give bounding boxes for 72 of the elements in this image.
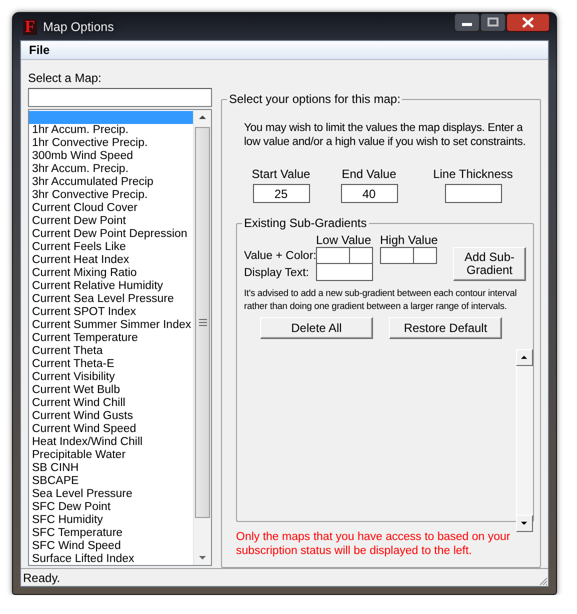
add-sub-gradient-button[interactable]: Add Sub-Gradient bbox=[453, 247, 526, 281]
close-button[interactable] bbox=[506, 13, 550, 32]
list-item[interactable]: Current Temperature bbox=[29, 332, 193, 345]
list-item[interactable]: Heat Index/Wind Chill bbox=[29, 436, 193, 449]
action-button[interactable]: Restore Default bbox=[389, 317, 502, 339]
high-value-field[interactable] bbox=[380, 247, 414, 264]
list-item[interactable]: Sea Level Pressure bbox=[29, 488, 193, 501]
grip-icon bbox=[198, 319, 206, 326]
options-legend: Select your options for this map: bbox=[227, 92, 402, 106]
high-value-label: High Value bbox=[380, 233, 437, 247]
list-item[interactable]: 300mb Wind Speed bbox=[29, 150, 193, 163]
display-text-label: Display Text: bbox=[244, 266, 310, 278]
app-logo-icon: F bbox=[23, 18, 37, 34]
field-label: End Value bbox=[342, 167, 396, 181]
list-item[interactable]: Current Wind Chill bbox=[29, 397, 193, 410]
low-color-field[interactable] bbox=[350, 247, 373, 264]
list-item[interactable]: 3hr Accumulated Precip bbox=[29, 176, 193, 189]
field-label: Line Thickness bbox=[433, 167, 513, 181]
status-text: Ready. bbox=[23, 570, 60, 584]
list-item[interactable]: SBCAPE bbox=[29, 475, 193, 488]
advice-note: It's advised to add a new sub-gradient between each contour interval rather than doing one gradient between a larger range of intervals. bbox=[244, 287, 518, 313]
list-item[interactable]: Current Heat Index bbox=[29, 254, 193, 267]
action-button[interactable]: Delete All bbox=[260, 317, 373, 339]
list-item[interactable]: SFC Temperature bbox=[29, 527, 193, 540]
list-item[interactable]: Current Dew Point bbox=[29, 215, 193, 228]
list-item[interactable]: Current Visibility bbox=[29, 371, 193, 384]
menu-item[interactable]: File bbox=[27, 43, 52, 57]
list-item[interactable]: SFC Wind Speed bbox=[29, 540, 193, 553]
map-input-field[interactable] bbox=[28, 88, 212, 107]
list-item[interactable]: Current Wind Speed bbox=[29, 423, 193, 436]
list-item[interactable]: Current Mixing Ratio bbox=[29, 267, 193, 280]
low-value-field[interactable] bbox=[316, 247, 350, 264]
list-item[interactable]: Current Theta-E bbox=[29, 358, 193, 371]
value-input-field[interactable]: 40 bbox=[340, 184, 398, 203]
list-item[interactable]: 1hr Convective Precip. bbox=[29, 137, 193, 150]
maximize-button[interactable] bbox=[480, 13, 506, 32]
value-input-field[interactable] bbox=[444, 184, 502, 203]
minimize-button[interactable] bbox=[454, 13, 480, 32]
list-item[interactable]: Current Theta bbox=[29, 345, 193, 358]
list-item[interactable]: SB CINH bbox=[29, 462, 193, 475]
list-item[interactable]: SFC Humidity bbox=[29, 514, 193, 527]
map-list[interactable] bbox=[28, 109, 212, 566]
select-map-label: Select a Map: bbox=[28, 71, 102, 85]
list-item[interactable]: 3hr Accum. Precip. bbox=[29, 163, 193, 176]
list-item[interactable]: Current Summer Simmer Index bbox=[29, 319, 193, 332]
list-item[interactable]: Precipitable Water bbox=[29, 449, 193, 462]
list-item[interactable]: SFC Dew Point bbox=[29, 501, 193, 514]
access-notice: Only the maps that you have access to based on your subscription status will be displayed to the left. bbox=[236, 530, 512, 558]
list-item[interactable]: 1hr Accum. Precip. bbox=[29, 124, 193, 137]
scrollbar[interactable] bbox=[516, 349, 533, 532]
high-color-field[interactable] bbox=[414, 247, 437, 264]
display-text-field[interactable] bbox=[316, 264, 373, 281]
scroll-down-icon[interactable] bbox=[516, 515, 533, 532]
value-color-label: Value + Color: bbox=[244, 250, 316, 262]
scrollbar[interactable] bbox=[193, 110, 211, 565]
list-item[interactable]: Current Relative Humidity bbox=[29, 280, 193, 293]
low-value-label: Low Value bbox=[316, 233, 372, 247]
window-title: Map Options bbox=[43, 20, 115, 34]
list-item[interactable]: Current Wet Bulb bbox=[29, 384, 193, 397]
list-item[interactable]: Current Sea Level Pressure bbox=[29, 293, 193, 306]
list-item[interactable]: Current Cloud Cover bbox=[29, 202, 193, 215]
list-item[interactable]: Current Wind Gusts bbox=[29, 410, 193, 423]
list-item[interactable]: Current Dew Point Depression bbox=[29, 228, 193, 241]
scroll-up-icon[interactable] bbox=[516, 349, 533, 366]
list-item[interactable]: Surface Lifted Index bbox=[29, 553, 193, 565]
intro-text: You may wish to limit the values the map displays. Enter a low value and/or a high value if you wish to set constraints. bbox=[244, 121, 527, 149]
field-label: Start Value bbox=[252, 167, 310, 181]
list-item[interactable]: Current SPOT Index bbox=[29, 306, 193, 319]
sub-gradients-legend: Existing Sub-Gradients bbox=[242, 216, 369, 230]
value-input-field[interactable]: 25 bbox=[252, 184, 310, 203]
list-item[interactable]: 3hr Convective Precip. bbox=[29, 189, 193, 202]
list-item[interactable]: Current Feels Like bbox=[29, 241, 193, 254]
